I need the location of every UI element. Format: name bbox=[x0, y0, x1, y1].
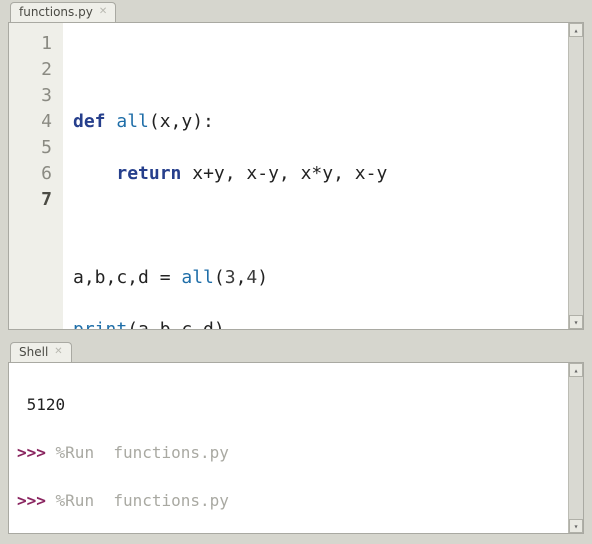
editor-gutter: 1 2 3 4 5 6 7 bbox=[9, 23, 63, 329]
magic-command: %Run functions.py bbox=[46, 491, 229, 510]
line-number: 3 bbox=[9, 83, 52, 109]
scroll-down-icon[interactable]: ▾ bbox=[569, 315, 583, 329]
code-line bbox=[73, 57, 387, 83]
shell-body[interactable]: 5120 >>> %Run functions.py >>> %Run func… bbox=[9, 363, 568, 533]
line-number: 5 bbox=[9, 135, 52, 161]
editor-code[interactable]: def all(x,y): return x+y, x-y, x*y, x-y … bbox=[63, 23, 387, 329]
line-number: 2 bbox=[9, 57, 52, 83]
editor-tab-row: functions.py ✕ bbox=[4, 0, 588, 22]
shell-tab[interactable]: Shell ✕ bbox=[10, 342, 72, 362]
code-line: print(a,b,c,d) bbox=[73, 317, 387, 329]
line-number: 4 bbox=[9, 109, 52, 135]
editor-scrollbar[interactable]: ▴ ▾ bbox=[568, 23, 583, 329]
shell-tab-label: Shell bbox=[19, 345, 48, 359]
scroll-down-icon[interactable]: ▾ bbox=[569, 519, 583, 533]
shell-output-line: 5120 bbox=[17, 393, 560, 417]
line-number: 6 bbox=[9, 161, 52, 187]
prompt-icon: >>> bbox=[17, 491, 46, 510]
close-icon[interactable]: ✕ bbox=[99, 7, 107, 17]
code-line: a,b,c,d = all(3,4) bbox=[73, 265, 387, 291]
line-number: 7 bbox=[9, 187, 52, 213]
editor-content[interactable]: 1 2 3 4 5 6 7 def all(x,y): return x+y, … bbox=[9, 23, 568, 329]
shell-scrollbar[interactable]: ▴ ▾ bbox=[568, 363, 583, 533]
editor-tab-functions[interactable]: functions.py ✕ bbox=[10, 2, 116, 22]
prompt-icon: >>> bbox=[17, 443, 46, 462]
shell-run-line: >>> %Run functions.py bbox=[17, 441, 560, 465]
code-line: def all(x,y): bbox=[73, 109, 387, 135]
scroll-up-icon[interactable]: ▴ bbox=[569, 363, 583, 377]
editor-body: 1 2 3 4 5 6 7 def all(x,y): return x+y, … bbox=[9, 23, 568, 329]
editor-panel: functions.py ✕ 1 2 3 4 5 6 7 def all(x,y… bbox=[4, 0, 588, 336]
close-icon[interactable]: ✕ bbox=[54, 347, 62, 357]
shell-panel: Shell ✕ 5120 >>> %Run functions.py >>> %… bbox=[4, 340, 588, 540]
shell-frame: 5120 >>> %Run functions.py >>> %Run func… bbox=[8, 362, 584, 534]
code-line: return x+y, x-y, x*y, x-y bbox=[73, 161, 387, 187]
editor-tab-label: functions.py bbox=[19, 5, 93, 19]
line-number: 1 bbox=[9, 31, 52, 57]
shell-content[interactable]: 5120 >>> %Run functions.py >>> %Run func… bbox=[9, 363, 568, 533]
shell-run-line: >>> %Run functions.py bbox=[17, 489, 560, 513]
scroll-up-icon[interactable]: ▴ bbox=[569, 23, 583, 37]
shell-tab-row: Shell ✕ bbox=[4, 340, 588, 362]
code-line bbox=[73, 213, 387, 239]
editor-frame: 1 2 3 4 5 6 7 def all(x,y): return x+y, … bbox=[8, 22, 584, 330]
magic-command: %Run functions.py bbox=[46, 443, 229, 462]
